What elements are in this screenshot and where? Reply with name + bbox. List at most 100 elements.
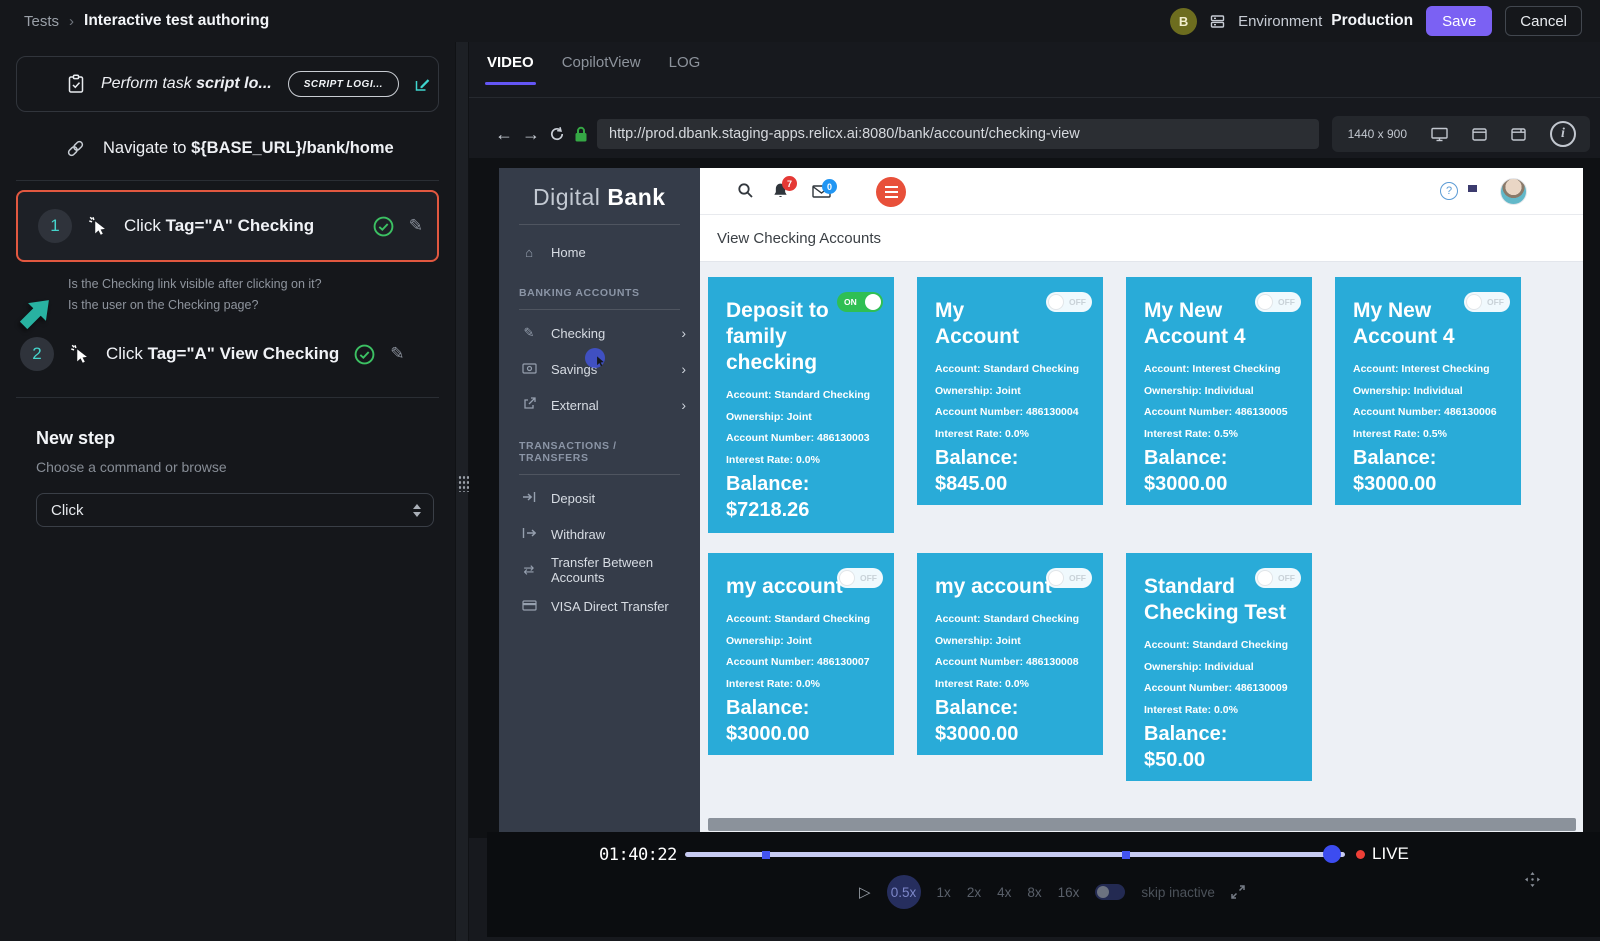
account-details: Account: Standard CheckingOwnership: Joi… bbox=[726, 609, 880, 695]
account-toggle[interactable]: ON bbox=[837, 292, 883, 312]
event-marker[interactable] bbox=[1122, 851, 1130, 859]
toggle-knob bbox=[1257, 294, 1273, 310]
bank-nav-label: Withdraw bbox=[551, 527, 605, 542]
speed-2x-button[interactable]: 2x bbox=[967, 885, 981, 900]
speed-16x-button[interactable]: 16x bbox=[1058, 885, 1080, 900]
back-icon[interactable]: ← bbox=[495, 125, 513, 143]
edit-script-icon[interactable] bbox=[415, 76, 431, 92]
user-avatar[interactable]: B bbox=[1170, 8, 1197, 35]
step-2[interactable]: 2 Click Tag="A" View Checking ✎ bbox=[18, 337, 439, 371]
resize-handle-icon[interactable] bbox=[1525, 872, 1540, 892]
bank-nav-label: VISA Direct Transfer bbox=[551, 599, 669, 614]
divider bbox=[469, 97, 1600, 98]
bank-section-title: TRANSACTIONS / TRANSFERS bbox=[499, 440, 700, 464]
bank-nav-withdraw[interactable]: Withdraw bbox=[499, 521, 700, 547]
bank-user-avatar[interactable] bbox=[1500, 178, 1527, 205]
account-toggle[interactable]: OFF bbox=[1255, 292, 1301, 312]
chevron-right-icon: › bbox=[681, 397, 686, 413]
bank-nav-deposit[interactable]: Deposit bbox=[499, 485, 700, 511]
monitor-icon[interactable] bbox=[1431, 127, 1448, 142]
skip-inactive-toggle[interactable] bbox=[1095, 884, 1125, 900]
help-icon[interactable]: ? bbox=[1440, 182, 1458, 200]
tab-copilotview[interactable]: CopilotView bbox=[562, 54, 641, 85]
window-small-icon[interactable] bbox=[1511, 128, 1526, 141]
toggle-label: OFF bbox=[1487, 297, 1504, 307]
environment-value[interactable]: Production bbox=[1331, 12, 1413, 30]
speed-1x-button[interactable]: 1x bbox=[937, 885, 951, 900]
bank-nav-home[interactable]: ⌂ Home bbox=[499, 239, 700, 265]
toggle-label: OFF bbox=[1069, 297, 1086, 307]
account-card[interactable]: ON Deposit to family checking Account: S… bbox=[708, 277, 894, 533]
horizontal-scrollbar[interactable] bbox=[708, 818, 1576, 831]
event-marker[interactable] bbox=[762, 851, 770, 859]
account-details: Account: Standard CheckingOwnership: Joi… bbox=[935, 359, 1089, 445]
forward-icon[interactable]: → bbox=[522, 125, 540, 143]
search-icon[interactable] bbox=[737, 182, 754, 204]
chevron-updown-icon bbox=[413, 504, 421, 517]
bank-nav-checking[interactable]: ✎ Checking › bbox=[499, 320, 700, 346]
account-card[interactable]: OFF my account Account: Standard Checkin… bbox=[708, 553, 894, 755]
progress-track[interactable] bbox=[685, 852, 1345, 857]
panel-resize-handle[interactable] bbox=[455, 42, 469, 941]
header-actions: B Environment Production Save Cancel bbox=[1170, 6, 1582, 36]
breadcrumb-tests-link[interactable]: Tests bbox=[24, 13, 59, 30]
video-stage[interactable]: Digital Bank ⌂ Home BANKING ACCOUNTS ✎ C… bbox=[469, 158, 1600, 838]
chevron-right-icon: › bbox=[681, 325, 686, 341]
script-logic-button[interactable]: SCRIPT LOGI... bbox=[288, 71, 399, 97]
edit-step-icon[interactable]: ✎ bbox=[390, 344, 404, 364]
account-toggle[interactable]: OFF bbox=[837, 568, 883, 588]
cancel-button[interactable]: Cancel bbox=[1505, 6, 1582, 36]
url-input[interactable]: http://prod.dbank.staging-apps.relicx.ai… bbox=[597, 119, 1319, 149]
window-icon[interactable] bbox=[1472, 128, 1487, 141]
edit-step-icon[interactable]: ✎ bbox=[409, 216, 423, 236]
bank-topbar: 7 0 ? bbox=[700, 168, 1583, 215]
tab-log[interactable]: LOG bbox=[669, 54, 701, 85]
bell-icon[interactable]: 7 bbox=[772, 182, 789, 205]
speed-0.5x-button[interactable]: 0.5x bbox=[887, 875, 921, 909]
account-card[interactable]: OFF my account Account: Standard Checkin… bbox=[917, 553, 1103, 755]
account-toggle[interactable]: OFF bbox=[1464, 292, 1510, 312]
account-toggle[interactable]: OFF bbox=[1255, 568, 1301, 588]
account-card[interactable]: OFF My New Account 4 Account: Interest C… bbox=[1335, 277, 1521, 505]
progress-thumb[interactable] bbox=[1323, 845, 1341, 863]
command-select[interactable]: Click bbox=[36, 493, 434, 527]
mail-icon[interactable]: 0 bbox=[812, 185, 831, 203]
reload-icon[interactable] bbox=[549, 126, 565, 142]
play-icon[interactable]: ▷ bbox=[859, 883, 871, 901]
account-card[interactable]: OFF Standard Checking Test Account: Stan… bbox=[1126, 553, 1312, 781]
bank-main: 7 0 ? View Checking Accounts bbox=[700, 168, 1583, 836]
divider bbox=[16, 397, 439, 398]
account-toggle[interactable]: OFF bbox=[1046, 568, 1092, 588]
tab-video[interactable]: VIDEO bbox=[487, 54, 534, 85]
account-balance: Balance:$3000.00 bbox=[726, 695, 880, 747]
account-card[interactable]: OFF My New Account 4 Account: Interest C… bbox=[1126, 277, 1312, 505]
expand-icon[interactable] bbox=[1231, 885, 1245, 899]
resolution-label: 1440 x 900 bbox=[1348, 127, 1407, 141]
bank-nav-label: Checking bbox=[551, 326, 605, 341]
bank-nav-external[interactable]: External › bbox=[499, 392, 700, 418]
toggle-knob bbox=[865, 294, 881, 310]
task-step[interactable]: Perform task script lo... SCRIPT LOGI... bbox=[16, 56, 439, 112]
account-card[interactable]: OFF My Account Account: Standard Checkin… bbox=[917, 277, 1103, 505]
viewer-tabs: VIDEO CopilotView LOG bbox=[487, 54, 700, 85]
drag-dots-icon bbox=[457, 474, 469, 492]
account-details: Account: Interest CheckingOwnership: Ind… bbox=[1353, 359, 1507, 445]
speed-4x-button[interactable]: 4x bbox=[997, 885, 1011, 900]
check-circle-icon bbox=[354, 344, 375, 365]
toggle-knob bbox=[839, 570, 855, 586]
hamburger-menu-button[interactable] bbox=[876, 177, 906, 207]
navigate-step[interactable]: Navigate to ${BASE_URL}/bank/home bbox=[16, 139, 439, 158]
app-header: Tests › Interactive test authoring B Env… bbox=[0, 0, 1600, 42]
environment-icon bbox=[1210, 14, 1225, 29]
transfer-icon: ⇄ bbox=[520, 562, 538, 578]
step-1-highlighted[interactable]: 1 Click Tag="A" Checking ✎ bbox=[16, 190, 439, 262]
bank-nav-visa-transfer[interactable]: VISA Direct Transfer bbox=[499, 593, 700, 619]
info-icon[interactable]: i bbox=[1550, 121, 1576, 147]
toggle-knob bbox=[1257, 570, 1273, 586]
bank-nav-transfer[interactable]: ⇄ Transfer Between Accounts bbox=[499, 557, 700, 583]
speed-8x-button[interactable]: 8x bbox=[1027, 885, 1041, 900]
account-balance: Balance:$3000.00 bbox=[935, 695, 1089, 747]
live-label[interactable]: LIVE bbox=[1372, 844, 1409, 864]
save-button[interactable]: Save bbox=[1426, 6, 1492, 36]
account-toggle[interactable]: OFF bbox=[1046, 292, 1092, 312]
